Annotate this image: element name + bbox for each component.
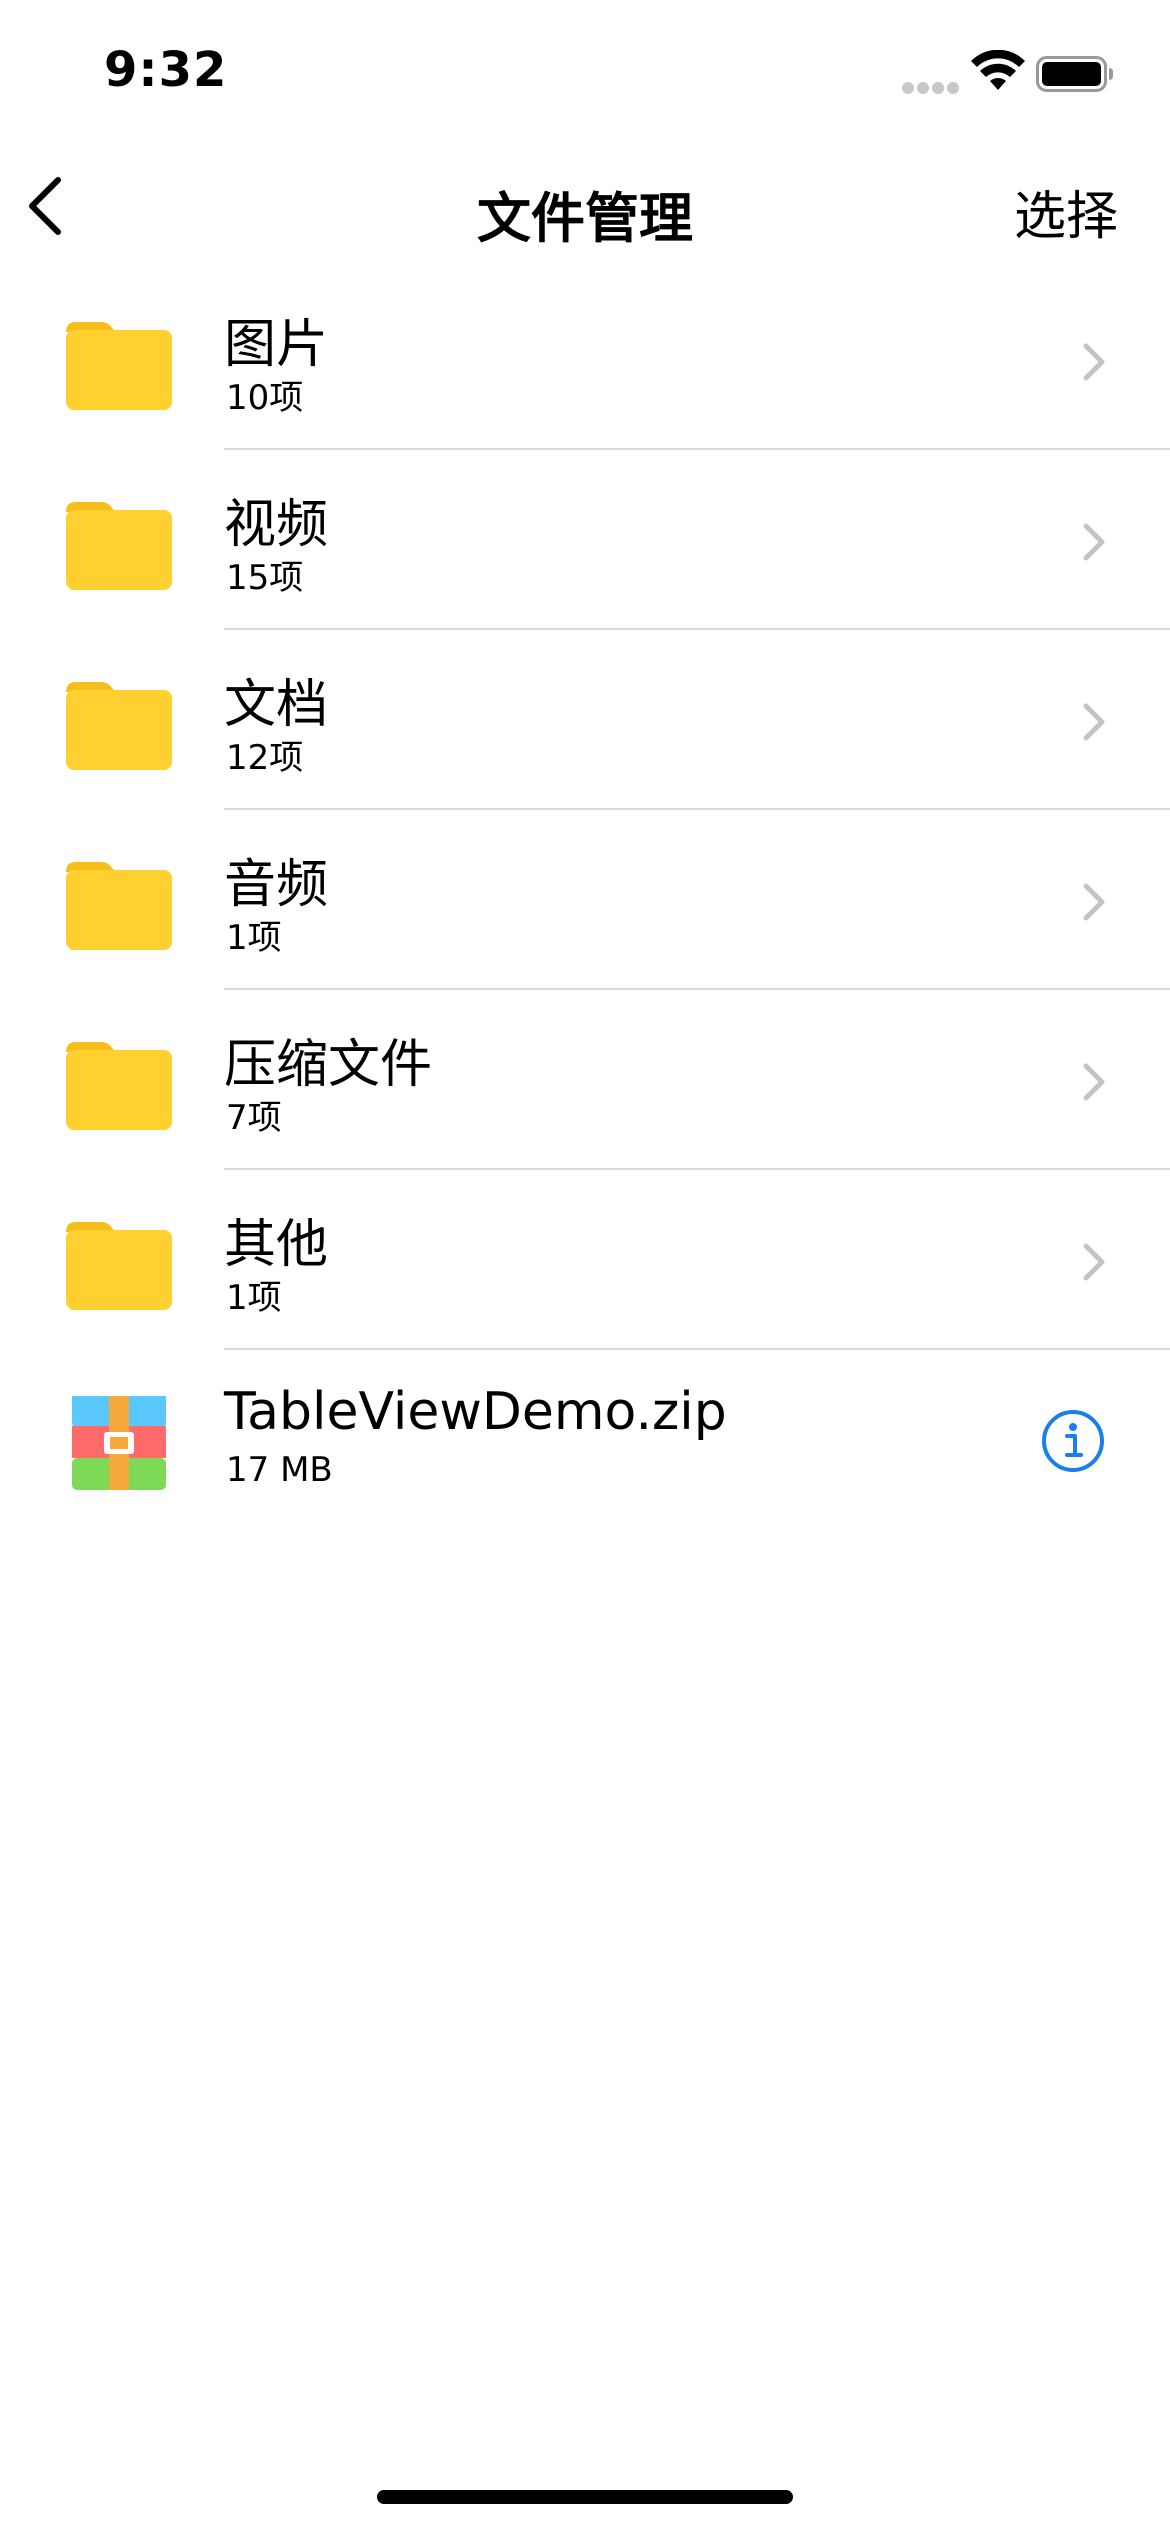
list-item-pictures[interactable]: 图片 10项	[0, 270, 1170, 450]
item-count: 1项	[226, 918, 282, 958]
item-name: 文档	[224, 675, 329, 735]
chevron-right-icon	[1083, 703, 1105, 741]
chevron-right-icon	[1083, 1063, 1105, 1101]
folder-icon	[66, 1222, 172, 1310]
item-name: 压缩文件	[224, 1035, 433, 1095]
item-name: 其他	[224, 1215, 329, 1275]
battery-icon	[1036, 56, 1113, 92]
list-item-zip-file[interactable]: TableViewDemo.zip 17 MB	[0, 1350, 1170, 1530]
item-count: 12项	[226, 738, 304, 778]
folder-icon	[66, 502, 172, 590]
list-item-audio[interactable]: 音频 1项	[0, 810, 1170, 990]
item-count: 15项	[226, 558, 304, 598]
chevron-right-icon	[1083, 523, 1105, 561]
folder-icon	[66, 1042, 172, 1130]
chevron-right-icon	[1083, 343, 1105, 381]
status-bar: 9:32	[0, 0, 1170, 140]
item-name: 音频	[224, 855, 329, 915]
page-title: 文件管理	[477, 187, 693, 250]
status-time: 9:32	[104, 42, 228, 98]
navigation-bar: 文件管理 选择	[0, 150, 1170, 260]
info-icon[interactable]	[1040, 1408, 1106, 1474]
chevron-right-icon	[1083, 883, 1105, 921]
folder-icon	[66, 322, 172, 410]
home-indicator[interactable]	[377, 2490, 793, 2504]
file-size: 17 MB	[226, 1450, 333, 1490]
folder-icon	[66, 682, 172, 770]
folder-icon	[66, 862, 172, 950]
list-item-other[interactable]: 其他 1项	[0, 1170, 1170, 1350]
chevron-right-icon	[1083, 1243, 1105, 1281]
select-button[interactable]: 选择	[1014, 174, 1118, 249]
item-name: TableViewDemo.zip	[224, 1382, 727, 1442]
item-count: 7项	[226, 1098, 282, 1138]
item-count: 1项	[226, 1278, 282, 1318]
file-list: 图片 10项 视频 15项 文档 12项 音频 1项 压缩文件 7项 其他 1项…	[0, 270, 1170, 1530]
item-name: 图片	[224, 315, 329, 375]
list-item-documents[interactable]: 文档 12项	[0, 630, 1170, 810]
list-item-archives[interactable]: 压缩文件 7项	[0, 990, 1170, 1170]
wifi-icon	[971, 50, 1025, 90]
list-item-videos[interactable]: 视频 15项	[0, 450, 1170, 630]
cellular-dots-icon	[902, 82, 960, 96]
item-name: 视频	[224, 495, 329, 555]
file-manager-screen: 9:32 文件管理 选择 图片 10项 视频 15项 文档 12项 音频 1项 …	[0, 0, 1170, 2532]
zip-archive-icon	[72, 1396, 166, 1490]
item-count: 10项	[226, 378, 304, 418]
